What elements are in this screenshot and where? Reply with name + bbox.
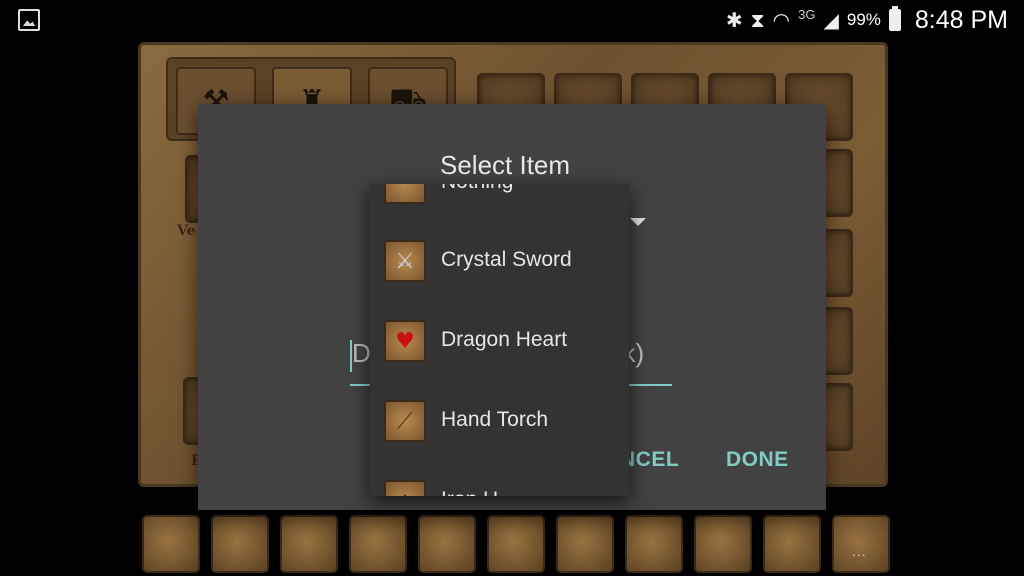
quick-slot[interactable]	[280, 515, 338, 573]
battery-percent: 99%	[846, 10, 881, 29]
quick-slot[interactable]	[349, 515, 407, 573]
status-icons: ✱ ⧗ ◠ 3G ◢ 99% 8:48 PM	[726, 4, 1008, 36]
item-label: Dragon Heart	[441, 328, 568, 351]
quick-slot[interactable]	[142, 515, 200, 573]
network-type: 3G	[798, 6, 816, 22]
quick-slot[interactable]	[556, 515, 614, 573]
clock: 8:48 PM	[914, 5, 1008, 34]
quick-slot[interactable]	[418, 515, 476, 573]
list-item[interactable]: ⟋ Hand Torch	[370, 380, 629, 460]
dialog-title: Select Item	[440, 150, 571, 180]
item-label: Iron H	[441, 488, 498, 496]
done-button[interactable]: DONE	[726, 448, 789, 472]
list-item[interactable]: ▲ Iron H	[370, 460, 629, 496]
item-label: Hand Torch	[441, 408, 549, 431]
more-button[interactable]: ...	[852, 543, 867, 559]
quick-slot[interactable]	[211, 515, 269, 573]
bluetooth-icon: ✱	[725, 8, 743, 32]
battery-icon	[888, 6, 901, 31]
gallery-icon	[18, 9, 40, 31]
heart-icon: ♥	[384, 320, 426, 362]
side-label: Ve	[177, 223, 196, 239]
sword-icon: ⚔	[384, 240, 426, 282]
signal-icon: ◢	[823, 8, 839, 32]
item-dropdown-list[interactable]: Nothing ⚔ Crystal Sword ♥ Dragon Heart ⟋…	[370, 184, 629, 496]
list-item[interactable]: ♥ Dragon Heart	[370, 300, 629, 380]
vibrate-mute-icon: ⧗	[750, 8, 765, 32]
wifi-icon: ◠	[772, 8, 791, 32]
item-label: Nothing	[441, 184, 513, 194]
item-label: Crystal Sword	[441, 248, 572, 271]
torch-icon: ⟋	[384, 400, 426, 442]
quick-slot[interactable]	[763, 515, 821, 573]
quick-slot[interactable]: ...	[832, 515, 890, 573]
quick-slot[interactable]	[487, 515, 545, 573]
empty-slot-icon	[384, 184, 426, 204]
list-item[interactable]: Nothing	[370, 184, 629, 222]
list-item[interactable]: ⚔ Crystal Sword	[370, 220, 629, 300]
helmet-item-icon: ▲	[384, 480, 426, 496]
input-hint-left: D	[352, 338, 371, 368]
status-bar: ✱ ⧗ ◠ 3G ◢ 99% 8:48 PM	[0, 0, 1024, 40]
quick-slot[interactable]	[625, 515, 683, 573]
spinner-dropdown-arrow-icon[interactable]	[630, 218, 646, 226]
quick-slot[interactable]	[694, 515, 752, 573]
